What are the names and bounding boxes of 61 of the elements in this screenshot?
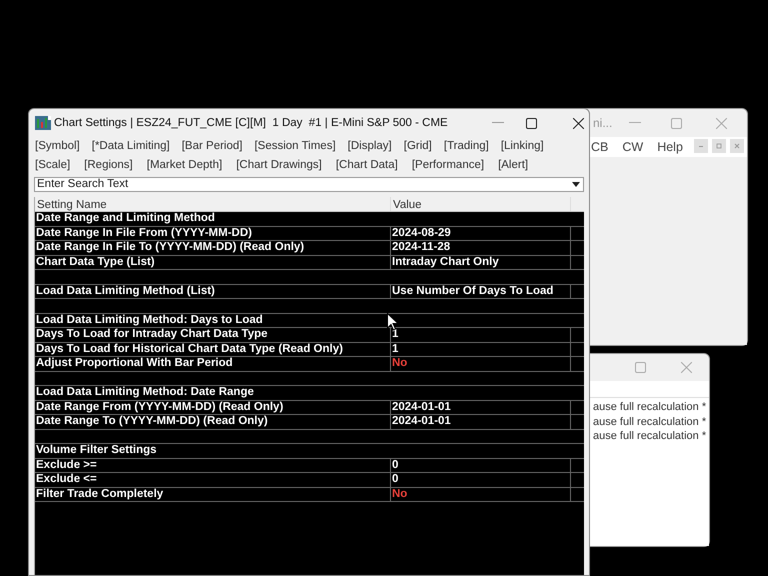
log-line: ause full recalculation * [593,400,708,414]
tab-link[interactable]: [*Data Limiting] [92,138,170,156]
setting-value[interactable]: 2024-11-28 [391,241,571,254]
setting-value[interactable]: Use Number Of Days To Load [391,284,571,298]
search-field[interactable]: Enter Search Text [34,177,584,192]
setting-name: Adjust Proportional With Bar Period [35,357,391,370]
tab-link[interactable]: [Scale] [35,156,70,174]
minimize-icon[interactable] [629,122,641,124]
mouse-cursor-icon [387,313,399,331]
window-title: Chart Settings | ESZ24_FUT_CME [C][M] 1 Day #1 | E-Mini S&P 500 - CME [54,116,449,130]
window-title: ni... [593,115,614,132]
minimize-icon[interactable] [694,139,708,153]
tab-link[interactable]: [Symbol] [35,138,80,156]
tab-link[interactable]: [Bar Period] [182,138,242,156]
tab-link[interactable]: [Chart Data] [336,156,398,174]
close-icon[interactable] [573,118,584,128]
section-heading: Load Data Limiting Method: Date Range [35,386,255,400]
minimize-icon[interactable] [492,122,504,124]
setting-name: Date Range In File To (YYYY-MM-DD) (Read Only) [35,241,391,254]
log-line: ause full recalculation * [593,429,708,444]
column-header[interactable]: Value [391,197,571,211]
section-heading: Load Data Limiting Method: Days to Load [35,314,264,327]
tab-link[interactable]: [Linking] [500,138,544,156]
log-line: ause full recalculation * [593,414,708,429]
setting-value[interactable]: 2024-01-01 [391,400,571,414]
menu-item[interactable]: CB [591,138,608,156]
setting-name: Exclude >= [35,458,391,472]
setting-name: Filter Trade Completely [35,488,391,501]
menu-item[interactable]: CW [622,138,644,156]
tab-link[interactable]: [Alert] [498,156,528,174]
setting-value[interactable]: 2024-08-29 [391,226,571,240]
setting-name: Load Data Limiting Method (List) [35,284,391,298]
dropdown-icon[interactable] [572,182,580,187]
setting-name: Date Range To (YYYY-MM-DD) (Read Only) [35,415,391,428]
column-header[interactable]: Setting Name [35,197,391,211]
tab-link[interactable]: [Chart Drawings] [236,156,322,174]
section-heading: Volume Filter Settings [35,444,158,458]
setting-value[interactable]: 0 [391,473,571,486]
setting-name: Exclude <= [35,473,391,486]
maximize-icon[interactable] [526,118,537,128]
section-heading: Date Range and Limiting Method [35,212,216,226]
menu-item[interactable]: Help [657,138,683,156]
tab-link[interactable]: [Session Times] [254,138,336,156]
tab-link[interactable]: [Trading] [444,138,489,156]
tab-link[interactable]: [Regions] [84,156,133,174]
setting-value[interactable]: 0 [391,458,571,472]
tab-link[interactable]: [Grid] [404,138,432,156]
tab-link[interactable]: [Display] [348,138,392,156]
setting-name: Date Range From (YYYY-MM-DD) (Read Only) [35,400,391,414]
setting-value[interactable]: 1 [391,342,571,356]
setting-name: Days To Load for Historical Chart Data Type (Read Only) [35,342,391,356]
setting-value[interactable]: No [391,488,571,501]
tab-link[interactable]: [Performance] [412,156,484,174]
setting-value[interactable]: 2024-01-01 [391,415,571,428]
setting-value[interactable]: No [391,357,571,370]
setting-name: Chart Data Type (List) [35,256,391,269]
restore-icon[interactable] [712,139,726,153]
chart-icon [35,116,51,130]
tab-link[interactable]: [Market Depth] [146,156,222,174]
setting-name: Date Range In File From (YYYY-MM-DD) [35,226,391,240]
setting-value[interactable]: Intraday Chart Only [391,256,571,269]
